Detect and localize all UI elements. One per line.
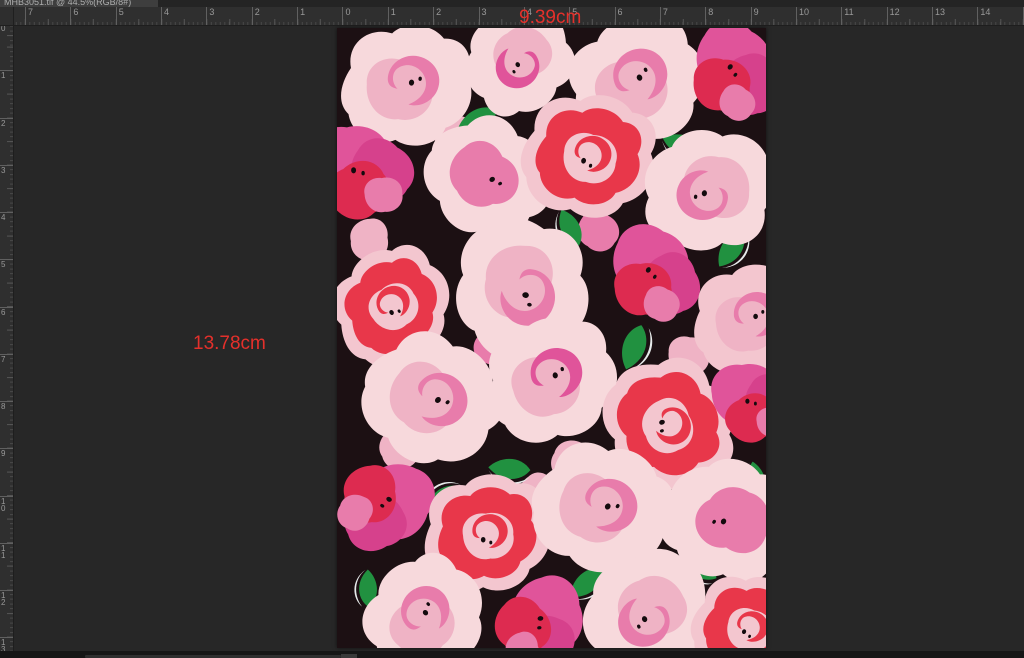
photoshop-workspace: MHB3051.tif @ 44.5%(RGB/8#) 765432101234… <box>0 0 1024 658</box>
v-ruler-label: 2 <box>0 118 13 127</box>
h-ruler-label: 6 <box>70 7 78 25</box>
width-annotation: 9.39cm <box>519 8 581 28</box>
v-ruler-label: 6 <box>0 307 13 316</box>
v-ruler-label: 12 <box>0 590 13 606</box>
v-ruler-label: 11 <box>0 543 13 559</box>
h-ruler-label: 1 <box>388 7 396 25</box>
h-ruler-label: 9 <box>751 7 759 25</box>
h-ruler-label: 10 <box>796 7 809 25</box>
floral-pattern-artwork <box>337 28 766 648</box>
h-ruler-label: 11 <box>841 7 853 25</box>
horizontal-ruler[interactable]: 76543210123456789101112131415 <box>0 7 1024 26</box>
ruler-origin-corner[interactable] <box>0 7 14 26</box>
document-canvas[interactable] <box>337 28 766 648</box>
h-ruler-label: 12 <box>887 7 900 25</box>
v-ruler-label: 8 <box>0 401 13 410</box>
h-ruler-label: 3 <box>479 7 487 25</box>
v-ruler-label: 7 <box>0 354 13 363</box>
v-ruler-label: 10 <box>0 496 13 512</box>
h-ruler-label: 1 <box>297 7 305 25</box>
document-tab-bar: MHB3051.tif @ 44.5%(RGB/8#) <box>0 0 1024 7</box>
h-ruler-label: 8 <box>705 7 713 25</box>
document-tab-title: MHB3051.tif @ 44.5%(RGB/8#) <box>4 0 131 7</box>
bottom-bar <box>0 651 1024 658</box>
h-ruler-label: 0 <box>342 7 350 25</box>
v-ruler-label: 5 <box>0 259 13 268</box>
v-ruler-label: 13 <box>0 637 13 651</box>
v-ruler-label: 9 <box>0 448 13 457</box>
vertical-ruler[interactable]: 012345678910111213 <box>0 26 14 651</box>
h-ruler-label: 14 <box>977 7 990 25</box>
v-ruler-label: 0 <box>0 26 13 32</box>
h-ruler-label: 7 <box>25 7 33 25</box>
bottom-bar-button[interactable] <box>341 654 357 658</box>
h-ruler-label: 4 <box>161 7 169 25</box>
h-ruler-label: 5 <box>116 7 124 25</box>
h-ruler-label: 6 <box>615 7 623 25</box>
h-ruler-label: 7 <box>660 7 668 25</box>
document-tab[interactable]: MHB3051.tif @ 44.5%(RGB/8#) <box>0 0 158 7</box>
v-ruler-label: 4 <box>0 212 13 221</box>
v-ruler-label: 3 <box>0 165 13 174</box>
h-ruler-label: 3 <box>206 7 214 25</box>
height-annotation: 13.78cm <box>193 334 266 354</box>
h-ruler-label: 2 <box>252 7 260 25</box>
h-ruler-label: 13 <box>932 7 945 25</box>
v-ruler-label: 1 <box>0 70 13 79</box>
h-ruler-label: 2 <box>433 7 441 25</box>
